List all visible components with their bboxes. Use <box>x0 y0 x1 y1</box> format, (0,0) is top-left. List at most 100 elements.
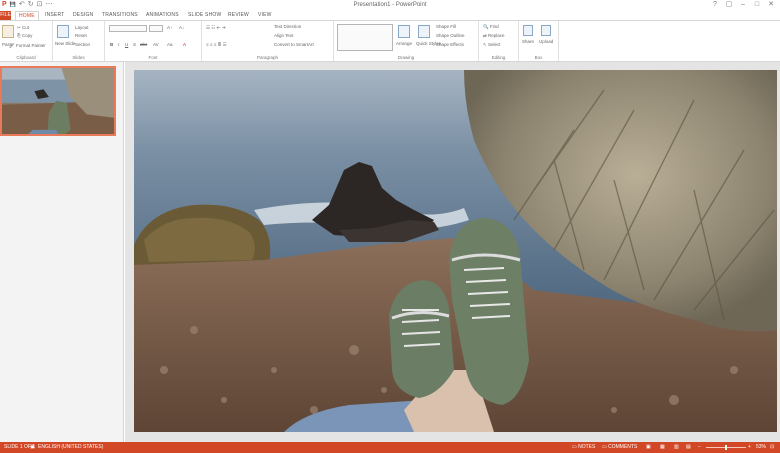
tab-slide-show[interactable]: SLIDE SHOW <box>188 11 221 20</box>
language-indicator[interactable]: ENGLISH (UNITED STATES) <box>38 444 103 450</box>
underline-button[interactable]: U <box>125 42 128 47</box>
paragraph-group: ☰ ☷ ⇤ ⇥ ≡ ≡ ≡ ≣ ☰ Text Direction Align T… <box>202 21 334 61</box>
paragraph-group-label: Paragraph <box>256 55 278 60</box>
slide-photo-image <box>134 70 777 432</box>
replace-button[interactable]: ⇄ Replace <box>483 33 505 39</box>
slide-photo[interactable] <box>134 70 777 432</box>
layout-button[interactable]: Layout <box>75 25 89 30</box>
cut-label: Cut <box>22 25 30 30</box>
comments-button[interactable]: ▭ COMMENTS <box>602 444 637 450</box>
shapes-gallery[interactable] <box>337 24 393 51</box>
select-label: Select <box>488 42 501 47</box>
font-name-dropdown[interactable] <box>109 25 147 32</box>
window-controls: ? ▢ – □ ✕ <box>708 0 778 9</box>
grow-font-icon[interactable]: A↑ <box>167 25 172 30</box>
clipboard-group-label: Clipboard <box>16 55 36 60</box>
slide-thumbnail-image <box>2 68 114 134</box>
font-size-dropdown[interactable] <box>149 25 163 32</box>
arrange-button[interactable]: Arrange <box>396 41 412 46</box>
select-button[interactable]: ↖ Select <box>483 42 501 48</box>
copy-button[interactable]: ⎘ Copy <box>17 33 32 38</box>
arrange-icon[interactable] <box>398 25 410 38</box>
slides-group-label: Slides <box>72 55 85 60</box>
minimize-button[interactable]: – <box>736 0 750 9</box>
ribbon-display-options-button[interactable]: ▢ <box>722 0 736 9</box>
slides-pane: 1 <box>0 62 124 442</box>
font-color-button[interactable]: A <box>183 42 186 47</box>
zoom-level[interactable]: 53% <box>756 444 766 450</box>
clipboard-group: Paste ✂ Cut ⎘ Copy 🖌 Format Painter Clip… <box>0 21 53 61</box>
maximize-button[interactable]: □ <box>750 0 764 9</box>
italic-button[interactable]: I <box>118 42 119 47</box>
close-button[interactable]: ✕ <box>764 0 778 9</box>
bold-button[interactable]: B <box>110 42 113 47</box>
shrink-font-icon[interactable]: A↓ <box>179 25 184 30</box>
align-text-button[interactable]: Align Text <box>274 33 293 38</box>
upload-icon[interactable] <box>541 25 551 36</box>
format-painter-label: Format Painter <box>15 43 46 48</box>
tab-animations[interactable]: ANIMATIONS <box>146 11 179 20</box>
tab-home[interactable]: HOME <box>15 11 39 20</box>
reading-view-icon[interactable]: ▥ <box>674 444 679 450</box>
section-button[interactable]: Section <box>75 42 90 47</box>
cut-button[interactable]: ✂ Cut <box>17 25 29 31</box>
align-icons[interactable]: ≡ ≡ ≡ ≣ ☰ <box>206 42 227 48</box>
tab-view[interactable]: VIEW <box>258 11 272 20</box>
font-group-label: Font <box>148 55 158 60</box>
format-painter-button[interactable]: 🖌 Format Painter <box>9 43 46 49</box>
copy-label: Copy <box>21 33 33 38</box>
find-label: Find <box>489 24 499 29</box>
slide-editing-area <box>125 62 780 442</box>
help-button[interactable]: ? <box>708 0 722 9</box>
drawing-group-label: Drawing <box>397 55 415 60</box>
share-button[interactable]: Share <box>522 39 534 44</box>
tab-file[interactable]: FILE <box>0 11 11 20</box>
slide-sorter-icon[interactable]: ▦ <box>660 444 665 450</box>
convert-smartart-button[interactable]: Convert to SmartArt <box>274 42 314 47</box>
drawing-group: Arrange Quick Styles Shape Fill Shape Ou… <box>334 21 479 61</box>
title-bar: P 💾 ↶ ↻ ⊡ ⋯ Presentation1 - PowerPoint ?… <box>0 0 780 11</box>
comments-label: COMMENTS <box>608 444 638 450</box>
strikethrough-button[interactable]: abc <box>140 42 147 47</box>
find-button[interactable]: 🔍 Find <box>483 24 499 30</box>
replace-label: Replace <box>488 33 505 38</box>
ribbon-tabs: FILE HOME INSERT DESIGN TRANSITIONS ANIM… <box>0 11 780 20</box>
status-bar: SLIDE 1 OF 1 ▣ ENGLISH (UNITED STATES) ▭… <box>0 442 780 453</box>
ribbon: Paste ✂ Cut ⎘ Copy 🖌 Format Painter Clip… <box>0 20 780 62</box>
new-slide-icon[interactable] <box>57 25 69 38</box>
zoom-out-button[interactable]: − <box>698 444 701 450</box>
character-spacing-button[interactable]: AV <box>153 42 159 47</box>
tab-transitions[interactable]: TRANSITIONS <box>102 11 138 20</box>
shape-fill-button[interactable]: Shape Fill <box>436 24 456 29</box>
editing-group-label: Editing <box>491 55 506 60</box>
editing-group: 🔍 Find ⇄ Replace ↖ Select Editing <box>479 21 519 61</box>
notes-button[interactable]: ▭ NOTES <box>572 444 595 450</box>
box-group-label: Box <box>534 55 543 60</box>
shape-effects-button[interactable]: Shape Effects <box>436 42 464 47</box>
paste-icon[interactable] <box>2 25 14 38</box>
tab-review[interactable]: REVIEW <box>228 11 249 20</box>
shape-outline-button[interactable]: Shape Outline <box>436 33 465 38</box>
share-icon[interactable] <box>523 25 533 36</box>
upload-button[interactable]: Upload <box>539 39 553 44</box>
box-group: Share Upload Box <box>519 21 559 61</box>
zoom-slider-thumb[interactable] <box>725 445 727 450</box>
bullets-icon[interactable]: ☰ ☷ ⇤ ⇥ <box>206 25 225 31</box>
font-group: A↑ A↓ B I U S abc AV Aa A Font <box>105 21 202 61</box>
reset-button[interactable]: Reset <box>75 33 87 38</box>
shadow-button[interactable]: S <box>133 42 136 47</box>
slide-thumbnail[interactable] <box>0 66 116 136</box>
tab-insert[interactable]: INSERT <box>45 11 64 20</box>
change-case-button[interactable]: Aa <box>167 42 173 47</box>
fit-slide-icon[interactable]: ⊡ <box>770 444 774 450</box>
tab-design[interactable]: DESIGN <box>73 11 93 20</box>
spelling-icon[interactable]: ▣ <box>30 444 35 450</box>
slide-show-icon[interactable]: ▤ <box>686 444 691 450</box>
notes-label: NOTES <box>578 444 596 450</box>
zoom-in-button[interactable]: + <box>748 444 751 450</box>
quick-styles-icon[interactable] <box>418 25 430 38</box>
normal-view-icon[interactable]: ▣ <box>646 444 651 450</box>
new-slide-button[interactable]: New Slide <box>55 41 75 46</box>
text-direction-button[interactable]: Text Direction <box>274 24 301 29</box>
window-title: Presentation1 - PowerPoint <box>353 2 427 8</box>
